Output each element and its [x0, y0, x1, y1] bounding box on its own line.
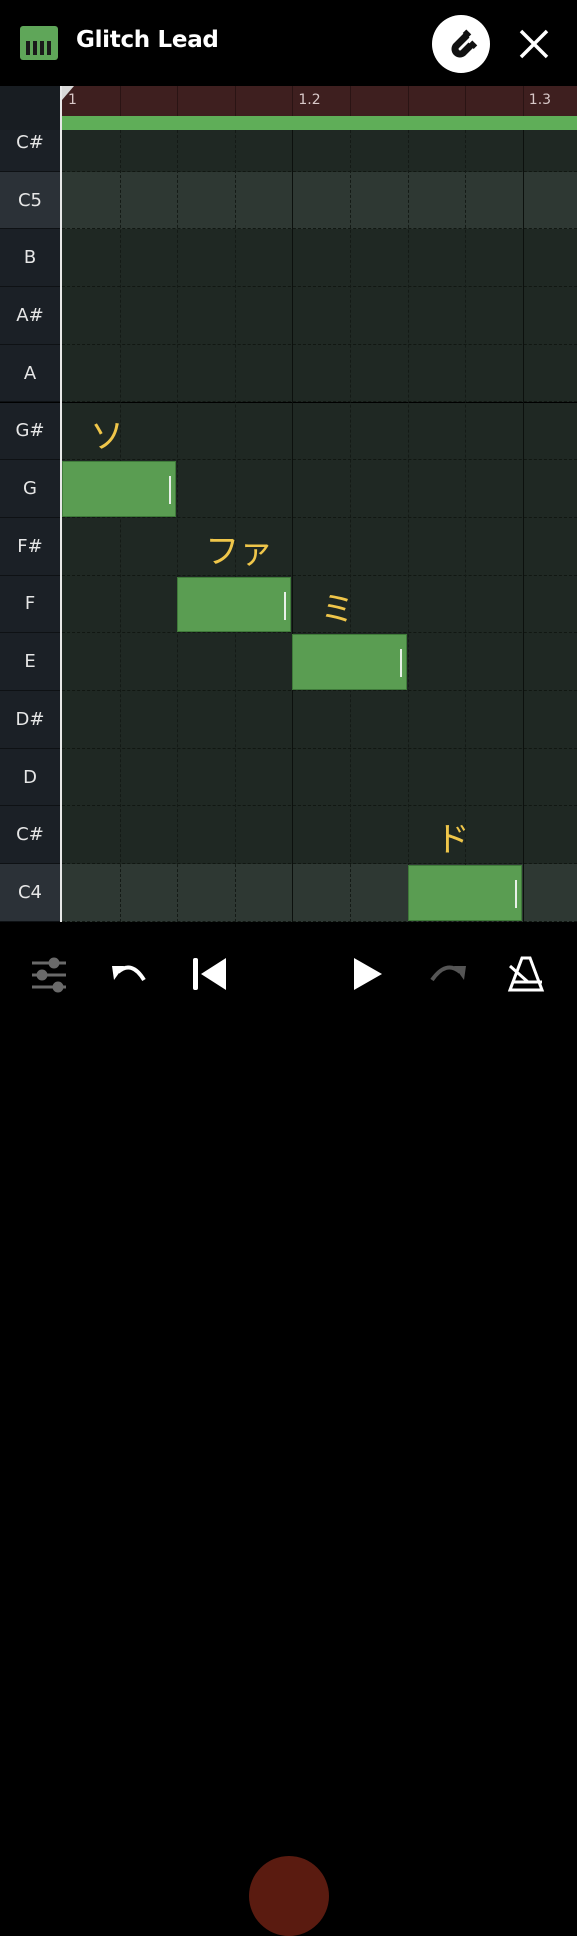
ruler-tick — [177, 86, 179, 116]
mixer-button[interactable] — [28, 952, 72, 996]
beat-line — [350, 130, 351, 922]
note-lyric: ミ — [320, 589, 355, 630]
note-e[interactable] — [292, 634, 407, 690]
note-lane[interactable] — [62, 691, 577, 749]
key-row[interactable]: A# — [0, 287, 577, 345]
piano-key[interactable]: C# — [0, 806, 60, 865]
undo-icon — [112, 965, 146, 982]
key-row[interactable]: C# — [0, 130, 577, 172]
piano-key[interactable]: C# — [0, 130, 60, 172]
note-lane[interactable] — [62, 287, 577, 345]
record-button[interactable] — [249, 1856, 329, 1936]
ruler-label: 1.3 — [528, 92, 552, 108]
piano-key[interactable]: E — [0, 633, 60, 691]
redo-icon — [430, 965, 466, 982]
beat-line — [292, 130, 294, 922]
piano-key[interactable]: D# — [0, 691, 60, 749]
note-lane[interactable] — [62, 171, 577, 230]
ruler-tick — [234, 86, 236, 116]
note-lyric: ソ — [90, 416, 124, 457]
ruler-tick — [292, 86, 294, 116]
beat-line — [407, 130, 409, 922]
key-row[interactable]: C5 — [0, 171, 577, 230]
note-lane[interactable] — [62, 748, 577, 807]
skip-to-start-button[interactable] — [188, 952, 232, 996]
metronome-icon — [507, 956, 545, 992]
metronome-button[interactable] — [506, 952, 550, 996]
ruler-label: 1.2 — [298, 92, 321, 108]
bottom-toolbar — [0, 922, 577, 1936]
note-c4[interactable] — [407, 865, 522, 921]
note-resize-handle[interactable] — [284, 591, 287, 620]
key-row[interactable]: B — [0, 229, 577, 288]
key-row[interactable]: E — [0, 633, 577, 691]
key-row[interactable]: G# — [0, 402, 577, 461]
ruler-tick — [407, 86, 409, 116]
note-lyric: ド — [435, 820, 470, 861]
piano-key[interactable]: C4 — [0, 864, 60, 922]
playhead-handle[interactable] — [62, 86, 74, 100]
note-lane[interactable] — [62, 806, 577, 865]
ruler-tick — [119, 86, 121, 116]
note-g[interactable] — [62, 461, 177, 517]
note-f[interactable] — [177, 576, 292, 633]
piano-key[interactable]: C5 — [0, 171, 60, 230]
note-lyric: ファ — [205, 531, 274, 572]
piano-roll-grid[interactable]: C# C5 B A# A G# G F# F E D# D C# C4 ソファミド — [0, 130, 577, 922]
key-row[interactable]: A — [0, 344, 577, 403]
piano-key[interactable]: F — [0, 575, 60, 634]
ruler-tick — [350, 86, 351, 116]
note-lane[interactable] — [62, 344, 577, 403]
note-lane[interactable] — [62, 229, 577, 288]
keys-corner — [0, 86, 60, 130]
redo-button[interactable] — [426, 952, 470, 996]
key-row[interactable]: D# — [0, 691, 577, 749]
header: Glitch Lead — [0, 0, 577, 86]
note-resize-handle[interactable] — [169, 476, 172, 505]
note-resize-handle[interactable] — [399, 649, 402, 678]
magnet-icon — [451, 29, 478, 58]
beat-line — [465, 130, 467, 922]
key-row[interactable]: D — [0, 748, 577, 807]
playhead[interactable] — [60, 86, 62, 922]
piano-key[interactable]: G — [0, 460, 60, 518]
piano-key[interactable]: A# — [0, 287, 60, 345]
timeline-ruler[interactable]: 1 1.2 1.3 — [62, 86, 577, 116]
loop-region-bar[interactable] — [62, 116, 577, 130]
key-row[interactable]: F# — [0, 517, 577, 576]
key-row[interactable]: C# — [0, 806, 577, 865]
piano-key[interactable]: F# — [0, 517, 60, 576]
mixer-sliders-icon — [32, 957, 66, 993]
skip-to-start-icon — [193, 958, 226, 990]
play-button[interactable] — [348, 952, 392, 996]
magnet-snap-button[interactable] — [432, 15, 490, 73]
beat-line — [177, 130, 179, 922]
note-lane[interactable] — [62, 517, 577, 576]
beat-line — [522, 130, 524, 922]
ruler-tick — [522, 86, 524, 116]
note-lane[interactable] — [62, 402, 577, 461]
undo-button[interactable] — [108, 952, 152, 996]
piano-icon — [20, 26, 58, 60]
ruler-tick — [465, 86, 467, 116]
piano-key[interactable]: D — [0, 748, 60, 807]
piano-key[interactable]: B — [0, 229, 60, 288]
play-icon — [354, 958, 382, 990]
note-lane[interactable] — [62, 130, 577, 172]
close-button[interactable] — [512, 22, 556, 66]
beat-line — [119, 130, 121, 922]
track-title: Glitch Lead — [76, 27, 219, 53]
close-icon — [519, 29, 549, 59]
piano-key[interactable]: G# — [0, 402, 60, 461]
piano-key[interactable]: A — [0, 344, 60, 403]
note-resize-handle[interactable] — [514, 880, 517, 909]
